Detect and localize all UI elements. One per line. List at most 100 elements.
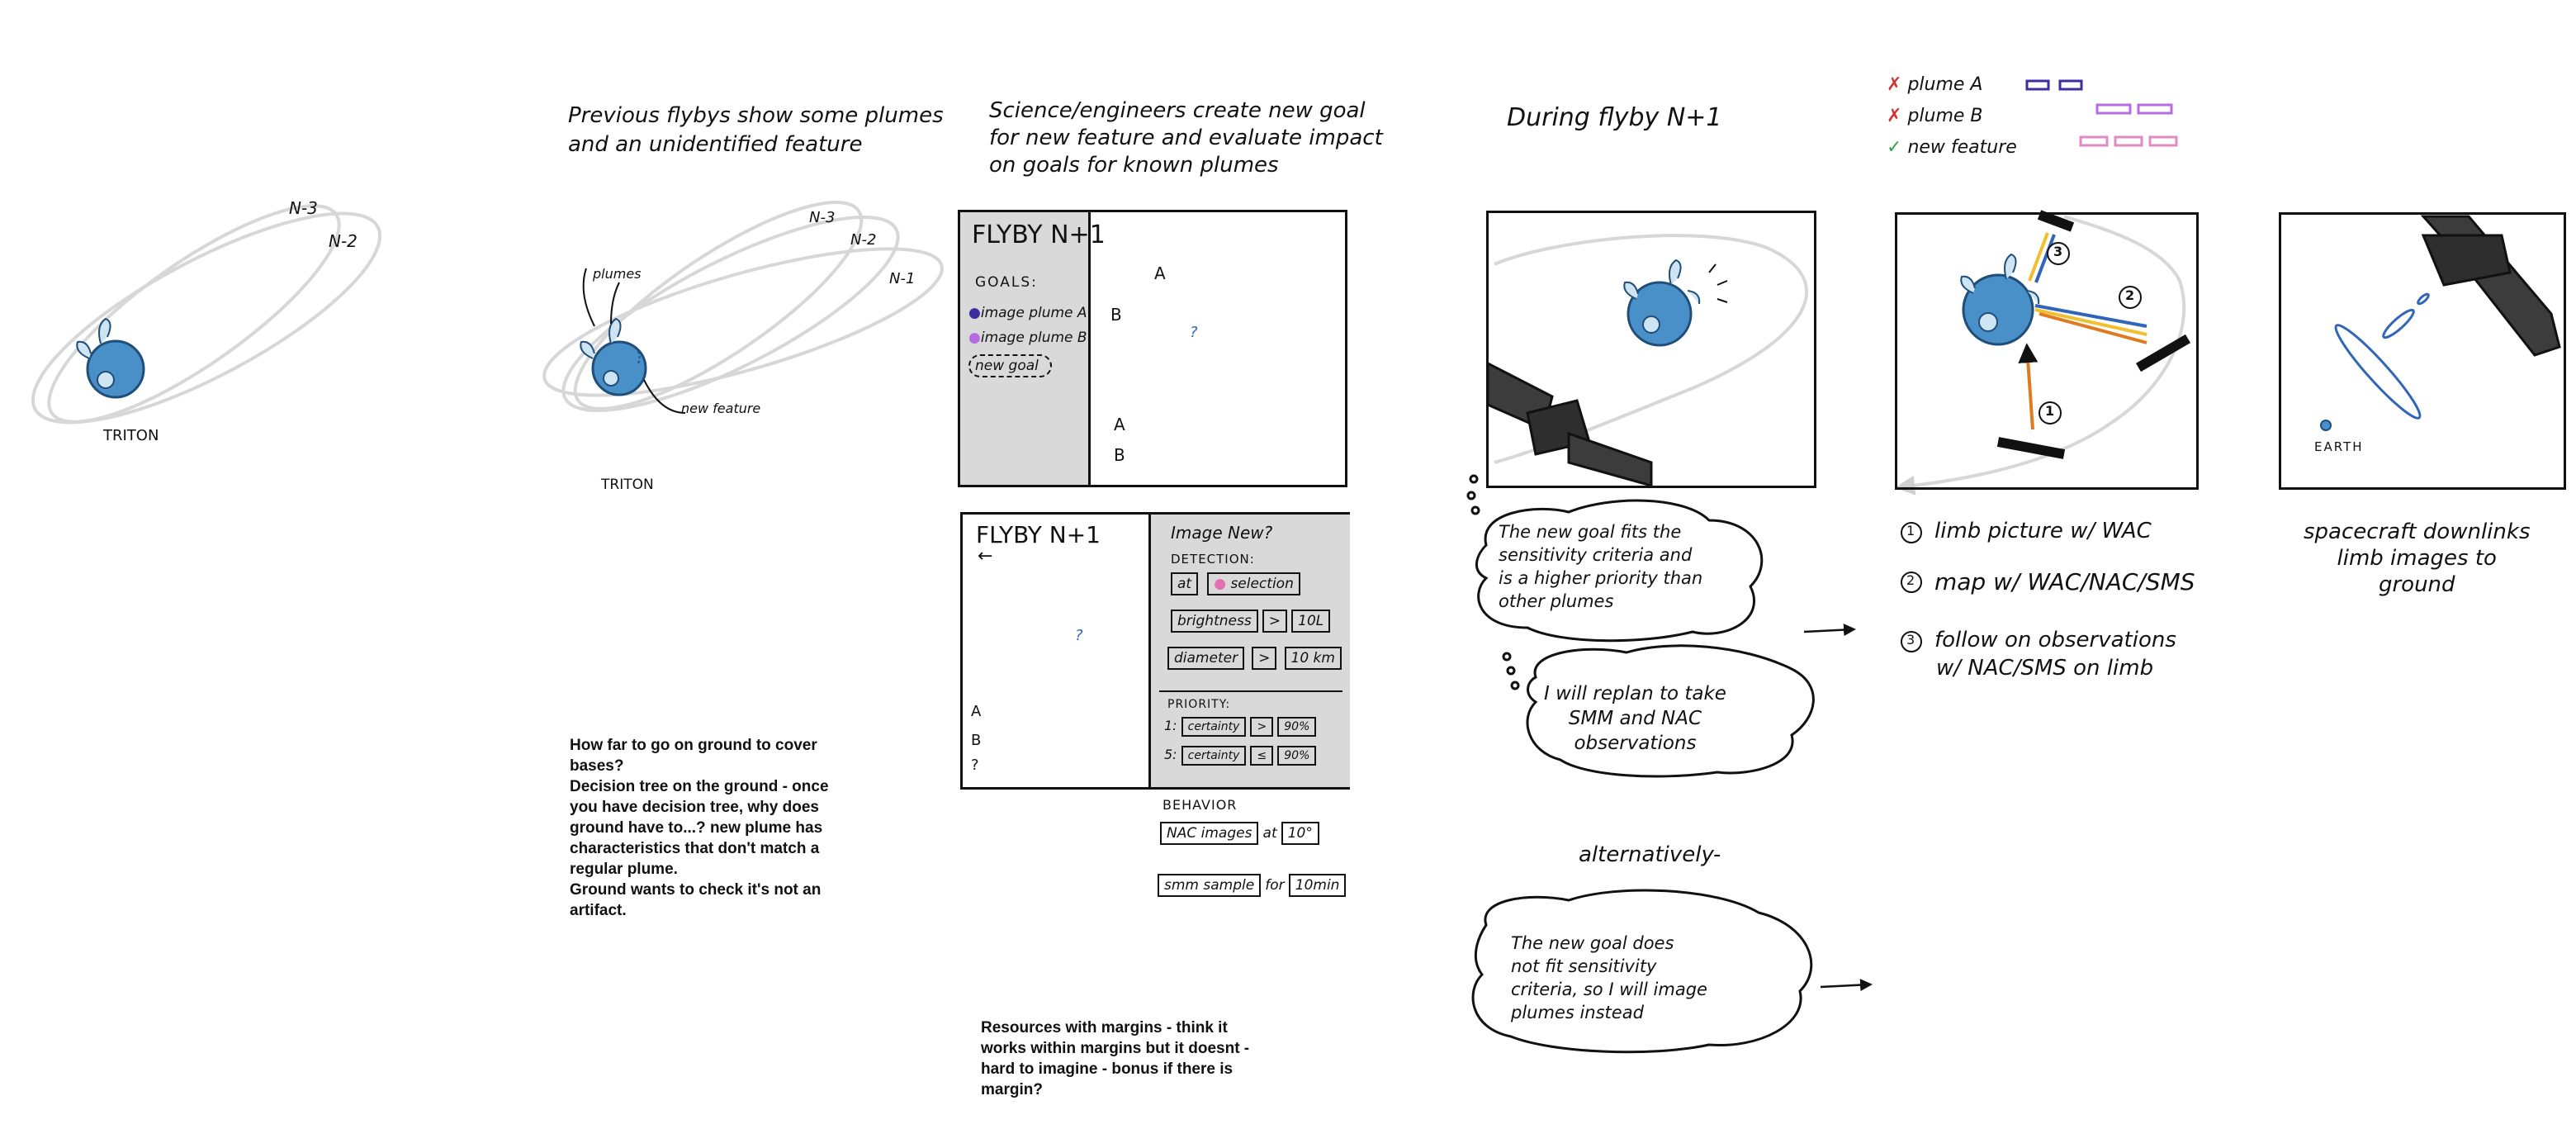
- series-a-label: A: [1114, 415, 1125, 434]
- comparator-field[interactable]: ≤: [1250, 746, 1274, 766]
- bubble-text-1: The new goal fits the sensitivity criter…: [1499, 520, 1702, 613]
- image-new-heading: Image New?: [1171, 523, 1273, 543]
- config-panel: Image New? DETECTION: at ● selection bri…: [1148, 515, 1350, 787]
- note-line: bases?: [570, 757, 624, 775]
- bubble-line: I will replan to take: [1544, 683, 1726, 704]
- bubble-line: plumes instead: [1511, 1003, 1644, 1022]
- priority-number: 5:: [1164, 747, 1177, 762]
- note-line: regular plume.: [570, 861, 678, 878]
- bubble-line: SMM and NAC: [1568, 708, 1702, 729]
- priority-label: PRIORITY:: [1167, 698, 1231, 711]
- behavior-label: BEHAVIOR: [1163, 797, 1238, 813]
- step-2-text: map w/ WAC/NAC/SMS: [1934, 568, 2195, 595]
- smm-duration-field[interactable]: 10min: [1288, 874, 1347, 897]
- flyby-header: FLYBY N+1: [972, 221, 1106, 249]
- discussion-notes: How far to go on ground to cover bases? …: [570, 735, 867, 921]
- at-field[interactable]: at: [1171, 572, 1199, 595]
- comparator-field[interactable]: >: [1262, 610, 1288, 633]
- step-1-text: limb picture w/ WAC: [1934, 519, 2152, 543]
- note-line: ground have to...? new plume has: [570, 819, 823, 837]
- legend-label: new feature: [1907, 137, 2017, 158]
- bubble-text-3: The new goal does not fit sensitivity cr…: [1511, 932, 1707, 1024]
- arrow-to-panel5: [1803, 624, 1856, 637]
- goal-item-a[interactable]: ●image plume A: [968, 305, 1087, 321]
- orbit-label-n3: N-3: [809, 209, 836, 226]
- bullet-icon: ●: [968, 305, 981, 321]
- priority-row-1: 1: certainty > 90%: [1164, 717, 1317, 737]
- panel2-title-line: and an unidentified feature: [568, 132, 863, 157]
- step-marker-3: 3: [2053, 244, 2063, 259]
- goal-item-b[interactable]: ●image plume B: [968, 330, 1087, 346]
- bubble-line: The new goal fits the: [1499, 522, 1682, 542]
- diameter-value-field[interactable]: 10 km: [1284, 647, 1342, 670]
- note-line: Resources with margins - think it: [981, 1019, 1228, 1036]
- diameter-field[interactable]: diameter: [1167, 647, 1245, 670]
- selection-dot-icon: ●: [1214, 576, 1231, 592]
- series-b-label: B: [971, 732, 982, 749]
- certainty-field[interactable]: certainty: [1181, 717, 1247, 737]
- priority-number: 1:: [1164, 718, 1177, 733]
- at-text: at: [1262, 825, 1277, 842]
- unknown-mark: ?: [1190, 324, 1198, 341]
- note-line: you have decision tree, why does: [570, 799, 819, 816]
- step-marker-1: 1: [2045, 403, 2055, 419]
- nac-angle-field[interactable]: 10°: [1281, 822, 1319, 845]
- panel3-title: Science/engineers create new goal for ne…: [989, 97, 1383, 179]
- moon-label: TRITON: [103, 427, 159, 444]
- goal-config-screen: FLYBY N+1 ← ? A B ? Image New? DETECTION…: [960, 512, 1350, 790]
- observation-plan-frame: [1895, 212, 2199, 490]
- legend-item-plume-a: ✗ plume A: [1887, 69, 2017, 101]
- bubble-line: other plumes: [1499, 591, 1614, 611]
- new-feature-label: new feature: [681, 401, 761, 416]
- series-b-label: B: [1114, 445, 1125, 465]
- brightness-field[interactable]: brightness: [1171, 610, 1258, 633]
- flyby-header: FLYBY N+1: [976, 521, 1101, 548]
- goals-label: GOALS:: [975, 274, 1038, 291]
- selection-field[interactable]: ● selection: [1207, 572, 1300, 595]
- certainty-value-field[interactable]: 90%: [1277, 717, 1317, 737]
- comparator-field[interactable]: >: [1252, 647, 1277, 670]
- series-new-label: ?: [971, 757, 979, 774]
- certainty-value-field[interactable]: 90%: [1277, 746, 1317, 766]
- panel1-moon: [76, 317, 145, 399]
- orbit-label-n2: N-2: [329, 231, 358, 251]
- step-number: 1: [1906, 523, 1915, 538]
- smm-sample-field[interactable]: smm sample: [1158, 874, 1262, 897]
- arrow-alt: [1820, 979, 1873, 992]
- detection-row-location: at ● selection: [1171, 572, 1300, 595]
- caption-line: limb images to: [2337, 546, 2497, 571]
- step-3-text: follow on observations w/ NAC/SMS on lim…: [1934, 626, 2176, 682]
- panel3-title-line: on goals for known plumes: [989, 153, 1279, 178]
- goals-screen: FLYBY N+1 GOALS: ●image plume A ●image p…: [958, 210, 1347, 487]
- divider: [1159, 690, 1342, 692]
- plume-b-label: B: [1110, 305, 1122, 325]
- behavior-row-smm: smm sample for 10min: [1158, 874, 1347, 897]
- goals-sidebar: FLYBY N+1 GOALS: ●image plume A ●image p…: [960, 212, 1106, 485]
- alternatively-label: alternatively-: [1579, 842, 1721, 867]
- bubble-line: is a higher priority than: [1499, 568, 1703, 588]
- step-marker-2: 2: [2125, 287, 2135, 303]
- detection-label: DETECTION:: [1171, 552, 1255, 567]
- earth-label: EARTH: [2314, 439, 2364, 454]
- step-line: follow on observations: [1934, 628, 2176, 652]
- moon-label: TRITON: [601, 477, 654, 493]
- new-goal-button[interactable]: new goal: [968, 354, 1052, 377]
- note-line: artifact.: [570, 902, 627, 919]
- check-icon: ✓: [1887, 137, 1902, 158]
- comparator-field[interactable]: >: [1250, 717, 1274, 737]
- brightness-value-field[interactable]: 10L: [1291, 610, 1331, 633]
- certainty-field[interactable]: certainty: [1181, 746, 1247, 766]
- bullet-icon: ●: [968, 330, 981, 346]
- plume-legend: ✗ plume A ✗ plume B ✓ new feature: [1887, 69, 2017, 164]
- bubble-line: observations: [1574, 733, 1697, 754]
- back-arrow-icon[interactable]: ←: [978, 546, 992, 567]
- detection-row-brightness: brightness > 10L: [1171, 610, 1331, 633]
- bubble-line: not fit sensitivity: [1511, 956, 1657, 976]
- nac-images-field[interactable]: NAC images: [1160, 822, 1259, 845]
- legend-label: plume B: [1907, 106, 1983, 126]
- panel2-title: Previous flybys show some plumes and an …: [568, 102, 944, 159]
- detection-row-diameter: diameter > 10 km: [1167, 647, 1342, 670]
- flyby-scene-frame: [1486, 211, 1816, 488]
- selection-label: selection: [1230, 576, 1294, 592]
- legend-item-plume-b: ✗ plume B: [1887, 101, 2017, 132]
